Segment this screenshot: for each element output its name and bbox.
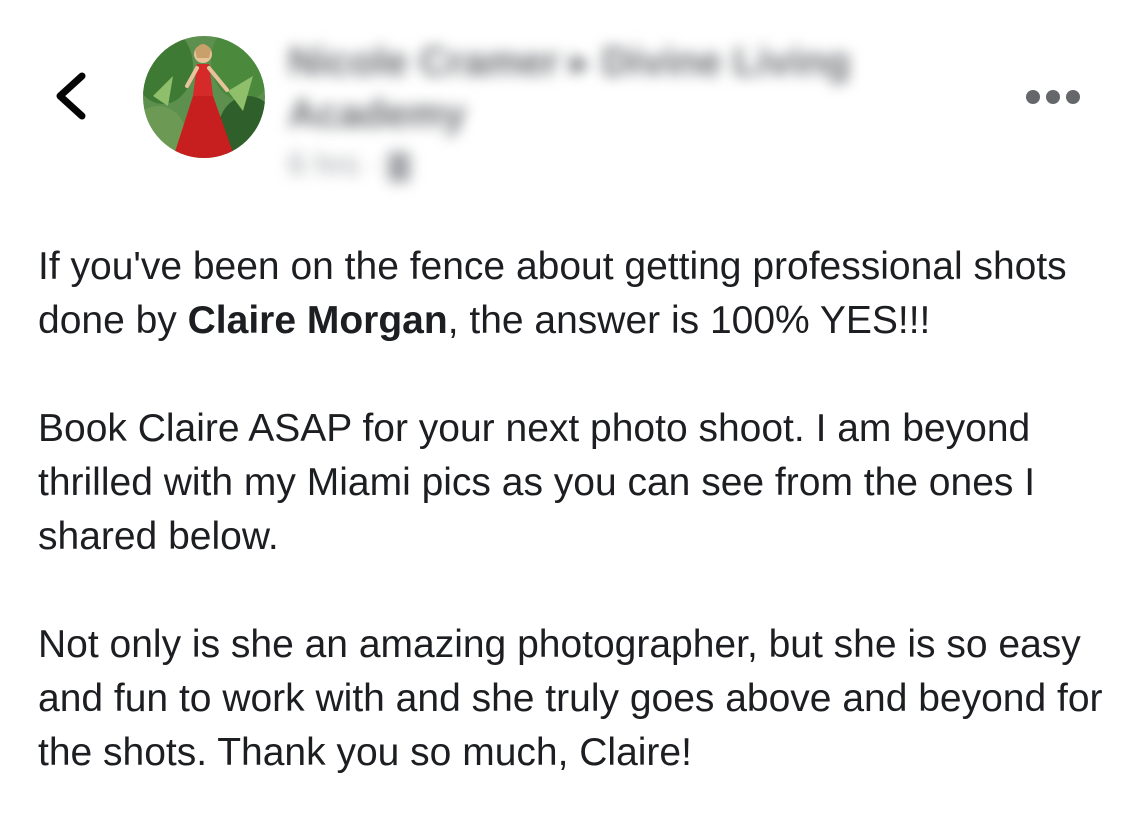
chevron-left-icon — [56, 72, 86, 120]
author-avatar[interactable] — [143, 36, 265, 158]
post-header: Nicole Cramer ▸ Divine Living Academy 6 … — [0, 0, 1125, 210]
more-options-button[interactable] — [1022, 82, 1084, 112]
back-button[interactable] — [44, 66, 100, 126]
mention-link[interactable]: Claire Morgan — [188, 299, 448, 342]
more-horizontal-icon — [1026, 90, 1080, 104]
post-paragraph-2: Book Claire ASAP for your next photo sho… — [38, 407, 1036, 558]
post-paragraph-3: Not only is she an amazing photographer,… — [38, 623, 1103, 774]
group-separator-icon: ▸ — [570, 40, 591, 84]
author-name[interactable]: Nicole Cramer — [288, 40, 559, 84]
group-privacy-icon — [387, 151, 410, 182]
author-and-group[interactable]: Nicole Cramer ▸ Divine Living Academy — [288, 36, 928, 140]
meta-separator: · — [368, 146, 379, 182]
avatar-photo — [143, 36, 265, 158]
post-meta: 6 hrs · — [288, 142, 410, 186]
post-text: If you've been on the fence about gettin… — [38, 240, 1108, 834]
post-paragraph-1: If you've been on the fence about gettin… — [38, 240, 1108, 348]
post-timestamp[interactable]: 6 hrs — [288, 146, 359, 182]
post-text-segment: , the answer is 100% YES!!! — [447, 299, 931, 342]
